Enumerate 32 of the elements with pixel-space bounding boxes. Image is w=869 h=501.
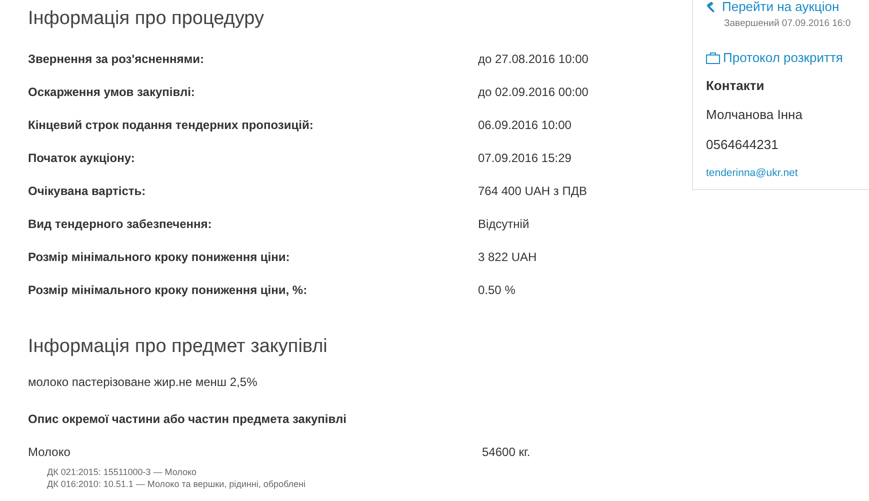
classification-code: ДК 016:2010: 10.51.1 — Молоко та вершки, рідинні, оброблені xyxy=(47,478,306,490)
classification-code: ДК 021:2015: 15511000-3 — Молоко xyxy=(47,466,197,478)
field-value: Відсутній xyxy=(478,216,530,233)
field-value: 06.09.2016 10:00 xyxy=(478,117,572,134)
contact-phone: 0564644231 xyxy=(706,136,780,154)
item-name: Молоко xyxy=(28,444,72,461)
field-value: 764 400 UAH з ПДВ xyxy=(478,183,587,200)
field-label: Початок аукціону: xyxy=(28,150,136,167)
lots-heading: Опис окремої частини або частин предмета закупівлі xyxy=(28,411,346,428)
field-label: Звернення за роз'ясненнями: xyxy=(28,51,205,68)
section-title: Інформація про предмет закупівлі xyxy=(28,335,328,359)
field-value: 07.09.2016 15:29 xyxy=(478,150,572,167)
field-label: Очікувана вартість: xyxy=(28,183,147,200)
contact-name: Молчанова Інна xyxy=(706,106,804,124)
field-label: Вид тендерного забезпечення: xyxy=(28,216,213,233)
field-value: 3 822 UAH xyxy=(478,249,537,266)
item-quantity: 54600 кг. xyxy=(482,444,530,461)
auction-status: Завершений 07.09.2016 16:0 xyxy=(723,17,852,31)
section-title: Інформація про процедуру xyxy=(28,7,266,31)
field-value: 0.50 % xyxy=(478,282,516,299)
field-label: Розмір мінімального кроку пониження ціни, %: xyxy=(28,282,308,299)
field-label: Кінцевий строк подання тендерних пропозицій: xyxy=(28,117,314,134)
field-value: до 02.09.2016 00:00 xyxy=(478,84,588,101)
field-value: до 27.08.2016 10:00 xyxy=(478,51,588,68)
field-label: Розмір мінімального кроку пониження ціни: xyxy=(28,249,291,266)
contacts-heading: Контакти xyxy=(706,76,766,95)
email-link[interactable]: tenderinna@ukr.net xyxy=(706,166,798,182)
subject-description: молоко пастерізоване жир.не менш 2,5% xyxy=(28,374,258,391)
auction-link[interactable]: Перейти на аукціон xyxy=(706,0,840,14)
field-label: Оскарження умов закупівлі: xyxy=(28,84,196,101)
protocol-link[interactable]: Протокол розкриття xyxy=(706,48,843,68)
briefcase-icon xyxy=(706,52,720,64)
